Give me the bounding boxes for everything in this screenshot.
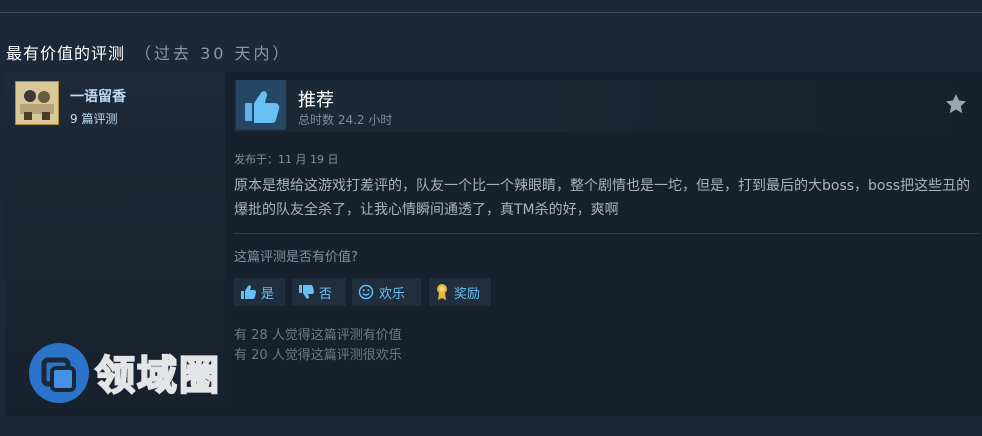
watermark-logo-icon [29, 343, 89, 403]
thumbs-up-icon [241, 285, 256, 299]
author-review-count[interactable]: 9 篇评测 [70, 110, 117, 127]
vote-yes-label: 是 [261, 286, 275, 302]
vote-no-button[interactable]: 否 [292, 278, 346, 306]
star-icon[interactable] [944, 92, 968, 116]
thumbs-down-icon [299, 285, 314, 299]
vote-yes-button[interactable]: 是 [234, 278, 285, 306]
helpful-question: 这篇评测是否有价值? [234, 250, 358, 265]
review-header: 推荐 总时数 24.2 小时 [234, 80, 974, 132]
review-verdict[interactable]: 推荐 [298, 86, 334, 112]
section-title: 最有价值的评测 （过去 30 天内） [6, 40, 292, 64]
site-watermark: 领域圈 [27, 337, 277, 407]
vote-funny-button[interactable]: 欢乐 [352, 278, 421, 306]
smiley-icon [358, 284, 374, 300]
top-divider [0, 12, 982, 13]
avatar[interactable] [15, 81, 59, 125]
award-label: 奖励 [454, 286, 481, 302]
play-hours: 总时数 24.2 小时 [298, 113, 393, 127]
section-range: （过去 30 天内） [135, 44, 292, 63]
avatar-image [16, 82, 58, 124]
thumbs-up-icon [236, 80, 286, 130]
posted-date: 发布于：11 月 19 日 [234, 153, 339, 166]
vote-funny-label: 欢乐 [379, 286, 406, 302]
author-name[interactable]: 一语留香 [70, 86, 126, 106]
review-body: 原本是想给这游戏打差评的，队友一个比一个辣眼睛，整个剧情也是一坨，但是，打到最后… [234, 178, 971, 218]
review-divider [234, 233, 980, 234]
vote-no-label: 否 [319, 286, 333, 302]
watermark-text: 领域圈 [94, 352, 221, 400]
award-button[interactable]: 奖励 [429, 278, 491, 306]
section-title-text: 最有价值的评测 [6, 44, 126, 63]
award-ribbon-icon [437, 284, 447, 300]
